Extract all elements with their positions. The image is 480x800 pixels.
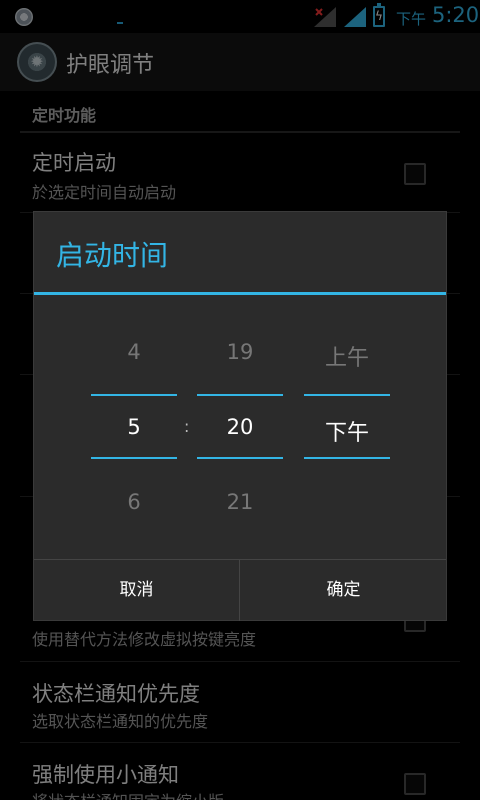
dialog-title: 启动时间: [56, 239, 169, 272]
minute-prev[interactable]: 19: [197, 340, 283, 364]
ampm-prev[interactable]: 上午: [304, 340, 390, 372]
hour-next[interactable]: 6: [91, 490, 177, 514]
ampm-selection-line: [304, 457, 390, 459]
hour-current[interactable]: 5: [91, 415, 177, 439]
minute-selection-line: [197, 457, 283, 459]
hour-selection-line: [91, 457, 177, 459]
ampm-selection-line: [304, 394, 390, 396]
hour-picker[interactable]: 4 5 6: [91, 312, 177, 552]
dialog-button-bar: 取消 确定: [34, 559, 446, 621]
ok-button[interactable]: 确定: [241, 560, 446, 621]
minute-picker[interactable]: 19 20 21: [197, 312, 283, 552]
dialog-title-divider: [34, 292, 446, 295]
ampm-picker[interactable]: 上午 下午: [304, 312, 390, 552]
time-separator: :: [184, 417, 190, 436]
minute-current[interactable]: 20: [197, 415, 283, 439]
minute-selection-line: [197, 394, 283, 396]
time-picker-dialog: 启动时间 4 5 6 : 19 20 21 上午 下午 取消 确定: [33, 211, 447, 621]
ampm-current[interactable]: 下午: [304, 415, 390, 447]
minute-next[interactable]: 21: [197, 490, 283, 514]
hour-selection-line: [91, 394, 177, 396]
hour-prev[interactable]: 4: [91, 340, 177, 364]
cancel-button[interactable]: 取消: [34, 560, 240, 621]
